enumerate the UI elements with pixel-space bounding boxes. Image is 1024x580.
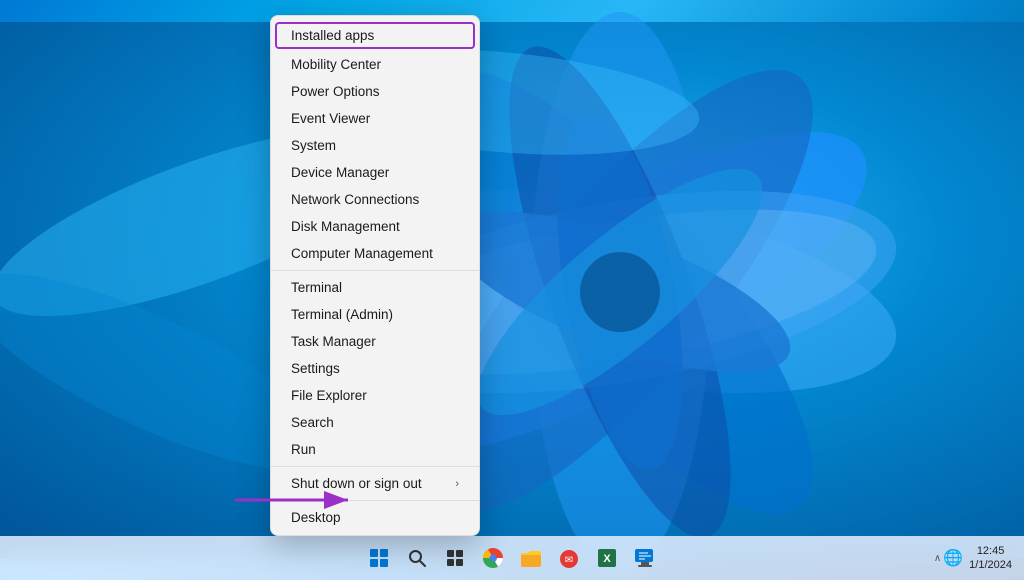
taskbar-icon-files[interactable] (513, 540, 549, 576)
taskbar-icon-task-view[interactable] (437, 540, 473, 576)
menu-item-power-options[interactable]: Power Options (271, 78, 479, 105)
context-menu: Installed apps Mobility Center Power Optio… (270, 15, 480, 536)
menu-item-label: Installed apps (291, 28, 374, 43)
menu-item-label: Run (291, 442, 316, 457)
menu-item-computer-management[interactable]: Computer Management (271, 240, 479, 267)
menu-item-label: Event Viewer (291, 111, 370, 126)
taskbar-icon-excel[interactable]: X (589, 540, 625, 576)
menu-item-label: Terminal (Admin) (291, 307, 393, 322)
svg-text:✉: ✉ (565, 555, 573, 566)
menu-item-task-manager[interactable]: Task Manager (271, 328, 479, 355)
menu-item-label: Search (291, 415, 334, 430)
taskbar-icon-start[interactable] (361, 540, 397, 576)
menu-item-label: Task Manager (291, 334, 376, 349)
menu-item-label: System (291, 138, 336, 153)
taskbar-icon-rdp[interactable] (627, 540, 663, 576)
menu-item-settings[interactable]: Settings (271, 355, 479, 382)
taskbar-icon-chrome[interactable] (475, 540, 511, 576)
tray-chevron-icon[interactable]: ∧ (934, 553, 941, 564)
menu-item-label: Mobility Center (291, 57, 381, 72)
svg-text:X: X (603, 553, 611, 565)
menu-divider (271, 466, 479, 467)
menu-item-search[interactable]: Search (271, 409, 479, 436)
menu-item-device-manager[interactable]: Device Manager (271, 159, 479, 186)
menu-item-label: File Explorer (291, 388, 367, 403)
menu-item-terminal[interactable]: Terminal (271, 274, 479, 301)
taskbar-icon-mail[interactable]: ✉ (551, 540, 587, 576)
menu-item-system[interactable]: System (271, 132, 479, 159)
menu-item-installed-apps[interactable]: Installed apps (275, 22, 475, 49)
system-tray: ∧ 🌐 12:45 1/1/2024 (934, 544, 1024, 573)
menu-item-mobility-center[interactable]: Mobility Center (271, 51, 479, 78)
menu-item-label: Disk Management (291, 219, 400, 234)
tray-network-icon[interactable]: 🌐 (943, 548, 963, 568)
menu-item-disk-management[interactable]: Disk Management (271, 213, 479, 240)
taskbar: ✉X ∧ 🌐 12:45 1/1/2024 (0, 536, 1024, 580)
wallpaper (0, 0, 1024, 580)
taskbar-icons: ✉X (361, 540, 663, 576)
menu-item-event-viewer[interactable]: Event Viewer (271, 105, 479, 132)
menu-item-file-explorer[interactable]: File Explorer (271, 382, 479, 409)
menu-item-label: Power Options (291, 84, 380, 99)
menu-item-label: Terminal (291, 280, 342, 295)
arrow-annotation (230, 475, 360, 530)
menu-item-label: Device Manager (291, 165, 389, 180)
taskbar-icon-search[interactable] (399, 540, 435, 576)
menu-item-label: Computer Management (291, 246, 433, 261)
clock[interactable]: 12:45 1/1/2024 (965, 544, 1016, 573)
menu-item-label: Network Connections (291, 192, 419, 207)
menu-item-network-connections[interactable]: Network Connections (271, 186, 479, 213)
submenu-arrow-icon: › (455, 478, 459, 490)
menu-item-terminal-admin[interactable]: Terminal (Admin) (271, 301, 479, 328)
menu-item-label: Settings (291, 361, 340, 376)
menu-divider (271, 270, 479, 271)
menu-item-run[interactable]: Run (271, 436, 479, 463)
